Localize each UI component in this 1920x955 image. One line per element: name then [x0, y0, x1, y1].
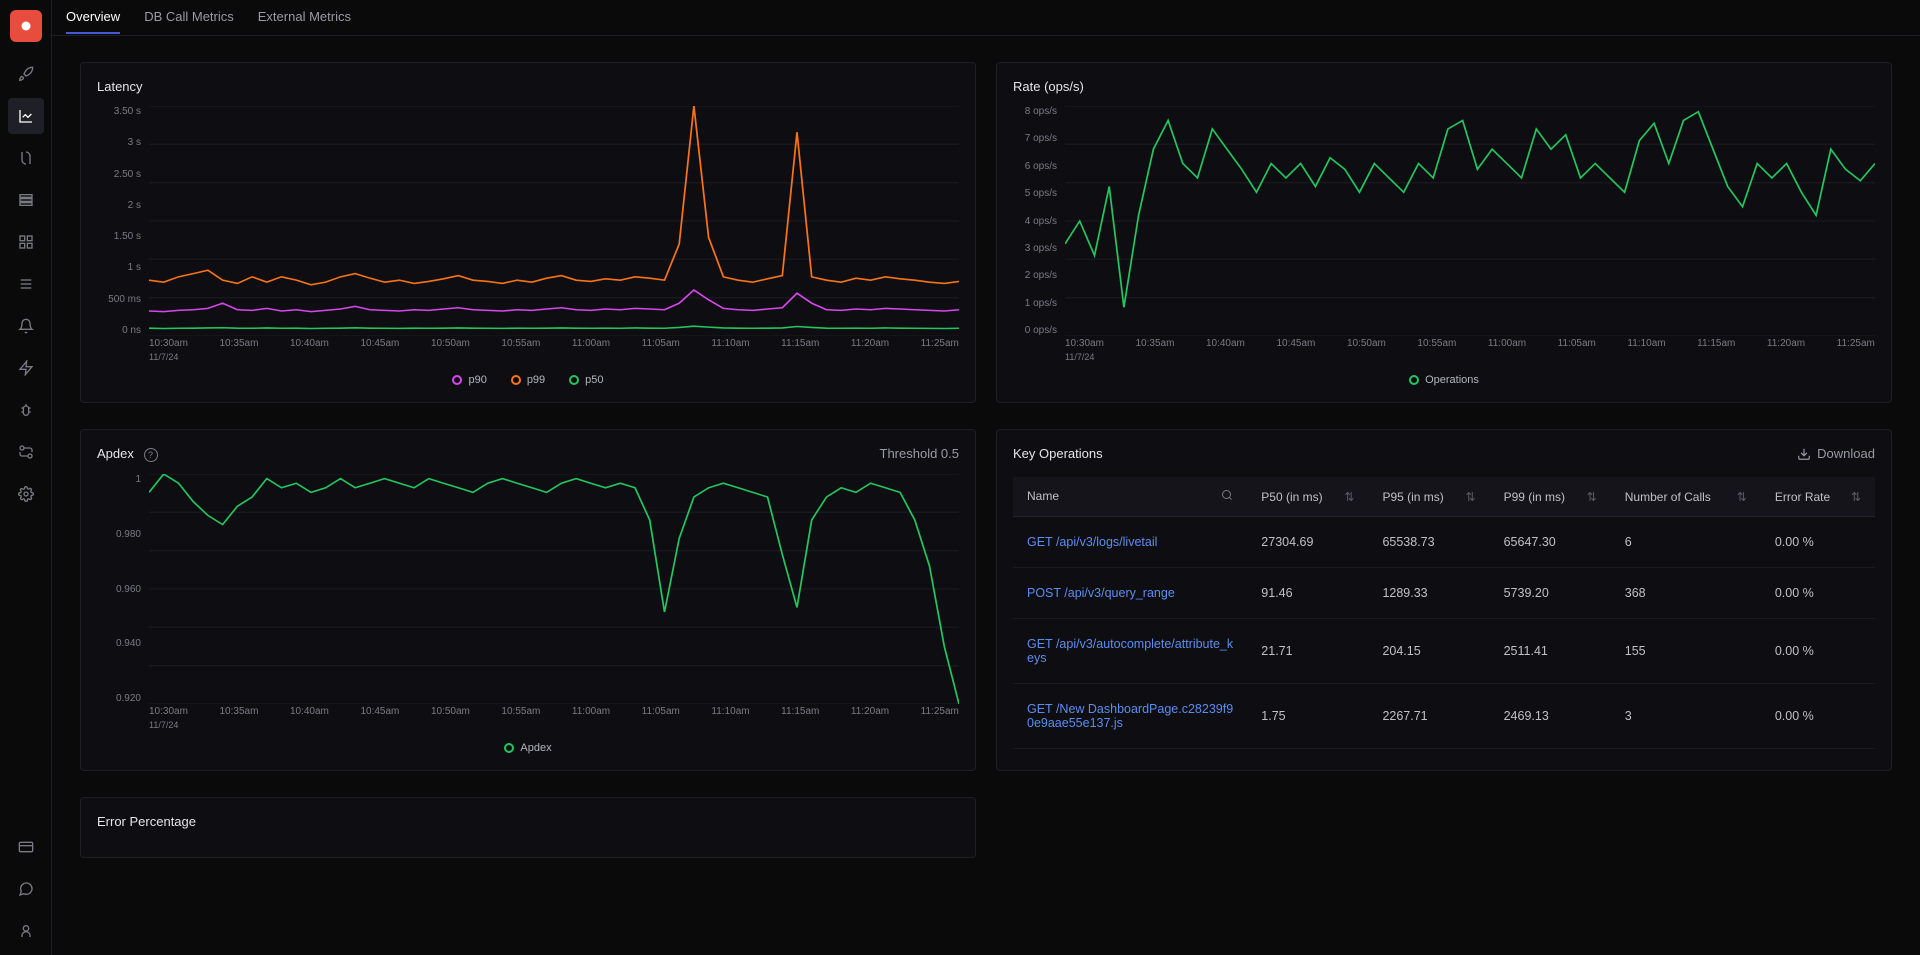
op-link[interactable]: GET /New DashboardPage.c28239f90e9aae55e…: [1027, 702, 1233, 730]
op-error: 0.00 %: [1761, 684, 1875, 749]
col-p50[interactable]: P50 (in ms)⇅: [1247, 477, 1368, 517]
table-row: GET /New DashboardPage.c28239f90e9aae55e…: [1013, 684, 1875, 749]
rate-chart[interactable]: 8 ops/s7 ops/s6 ops/s5 ops/s4 ops/s3 ops…: [1013, 106, 1875, 366]
table-row: GET /api/v3/autocomplete/attribute_keys …: [1013, 619, 1875, 684]
sidebar-item-bug[interactable]: [8, 392, 44, 428]
sort-icon: ⇅: [1737, 490, 1747, 504]
search-icon[interactable]: [1221, 489, 1233, 504]
op-p50: 27304.69: [1247, 517, 1368, 568]
rate-title: Rate (ops/s): [1013, 79, 1875, 94]
sidebar: [0, 0, 52, 955]
op-calls: 368: [1611, 568, 1761, 619]
latency-panel: Latency 3.50 s3 s2.50 s2 s1.50 s1 s500 m…: [80, 62, 976, 403]
col-name[interactable]: Name: [1013, 477, 1247, 517]
op-error: 0.00 %: [1761, 517, 1875, 568]
download-icon: [1797, 447, 1811, 461]
tabs: Overview DB Call Metrics External Metric…: [52, 0, 1920, 36]
op-link[interactable]: GET /api/v3/logs/livetail: [1027, 535, 1157, 549]
download-button[interactable]: Download: [1797, 446, 1875, 461]
latency-xaxis: 11/7/24 10:30am10:35am10:40am10:45am10:5…: [149, 338, 959, 366]
error-pct-title: Error Percentage: [97, 814, 959, 829]
sort-icon: ⇅: [1344, 490, 1354, 504]
op-error: 0.00 %: [1761, 568, 1875, 619]
sidebar-item-alerts[interactable]: [8, 308, 44, 344]
op-calls: 155: [1611, 619, 1761, 684]
sort-icon: ⇅: [1851, 490, 1861, 504]
latency-title: Latency: [97, 79, 959, 94]
error-percentage-panel: Error Percentage: [80, 797, 976, 858]
rate-yaxis: 8 ops/s7 ops/s6 ops/s5 ops/s4 ops/s3 ops…: [1013, 106, 1063, 336]
sidebar-item-exceptions[interactable]: [8, 350, 44, 386]
legend-item[interactable]: p99: [511, 374, 545, 386]
sidebar-item-messaging[interactable]: [8, 266, 44, 302]
op-p99: 2469.13: [1490, 684, 1611, 749]
sidebar-item-support[interactable]: [8, 871, 44, 907]
col-error[interactable]: Error Rate⇅: [1761, 477, 1875, 517]
table-row: GET /api/v3/logs/livetail 27304.69 65538…: [1013, 517, 1875, 568]
apdex-xaxis: 11/7/24 10:30am10:35am10:40am10:45am10:5…: [149, 706, 959, 734]
op-p95: 1289.33: [1368, 568, 1489, 619]
latency-chart[interactable]: 3.50 s3 s2.50 s2 s1.50 s1 s500 ms0 ns 11…: [97, 106, 959, 366]
apdex-threshold: Threshold 0.5: [880, 446, 960, 461]
op-name: POST /api/v3/query_range: [1013, 568, 1247, 619]
rate-legend: Operations: [1013, 374, 1875, 386]
tab-db-call[interactable]: DB Call Metrics: [144, 1, 234, 34]
latency-yaxis: 3.50 s3 s2.50 s2 s1.50 s1 s500 ms0 ns: [97, 106, 147, 336]
help-icon[interactable]: ?: [144, 448, 158, 462]
app-logo[interactable]: [10, 10, 42, 42]
sidebar-item-dashboards[interactable]: [8, 224, 44, 260]
op-link[interactable]: POST /api/v3/query_range: [1027, 586, 1175, 600]
key-operations-panel: Key Operations Download Name: [996, 429, 1892, 771]
op-p50: 1.75: [1247, 684, 1368, 749]
apdex-chart[interactable]: 10.9800.9600.9400.920 11/7/24 10:30am10:…: [97, 474, 959, 734]
op-link[interactable]: GET /api/v3/autocomplete/attribute_keys: [1027, 637, 1233, 665]
key-ops-title: Key Operations: [1013, 446, 1103, 461]
sidebar-item-rocket[interactable]: [8, 56, 44, 92]
op-p99: 2511.41: [1490, 619, 1611, 684]
tab-external[interactable]: External Metrics: [258, 1, 351, 34]
sidebar-item-metrics[interactable]: [8, 98, 44, 134]
op-p50: 21.71: [1247, 619, 1368, 684]
rate-xaxis: 11/7/24 10:30am10:35am10:40am10:45am10:5…: [1065, 338, 1875, 366]
op-name: GET /api/v3/logs/livetail: [1013, 517, 1247, 568]
op-error: 0.00 %: [1761, 619, 1875, 684]
col-p95[interactable]: P95 (in ms)⇅: [1368, 477, 1489, 517]
rate-panel: Rate (ops/s) 8 ops/s7 ops/s6 ops/s5 ops/…: [996, 62, 1892, 403]
op-p95: 204.15: [1368, 619, 1489, 684]
apdex-title-row: Apdex ? Threshold 0.5: [97, 446, 959, 462]
sort-icon: ⇅: [1466, 490, 1476, 504]
sidebar-item-settings[interactable]: [8, 476, 44, 512]
legend-item[interactable]: Operations: [1409, 374, 1479, 386]
sidebar-item-billing[interactable]: [8, 829, 44, 865]
sidebar-item-traces[interactable]: [8, 140, 44, 176]
sidebar-item-logs[interactable]: [8, 182, 44, 218]
op-calls: 3: [1611, 684, 1761, 749]
apdex-legend: Apdex: [97, 742, 959, 754]
sidebar-item-integrations[interactable]: [8, 434, 44, 470]
op-p99: 65647.30: [1490, 517, 1611, 568]
op-p95: 2267.71: [1368, 684, 1489, 749]
sort-icon: ⇅: [1587, 490, 1597, 504]
latency-legend: p90 p99 p50: [97, 374, 959, 386]
legend-item[interactable]: p90: [452, 374, 486, 386]
apdex-panel: Apdex ? Threshold 0.5 10.9800.9600.9400.…: [80, 429, 976, 771]
op-name: GET /api/v3/autocomplete/attribute_keys: [1013, 619, 1247, 684]
table-row: POST /api/v3/query_range 91.46 1289.33 5…: [1013, 568, 1875, 619]
op-p50: 91.46: [1247, 568, 1368, 619]
tab-overview[interactable]: Overview: [66, 1, 120, 34]
apdex-title: Apdex: [97, 446, 134, 461]
op-calls: 6: [1611, 517, 1761, 568]
col-p99[interactable]: P99 (in ms)⇅: [1490, 477, 1611, 517]
apdex-yaxis: 10.9800.9600.9400.920: [97, 474, 147, 704]
legend-item[interactable]: Apdex: [504, 742, 551, 754]
legend-item[interactable]: p50: [569, 374, 603, 386]
col-calls[interactable]: Number of Calls⇅: [1611, 477, 1761, 517]
op-name: GET /New DashboardPage.c28239f90e9aae55e…: [1013, 684, 1247, 749]
op-p95: 65538.73: [1368, 517, 1489, 568]
op-p99: 5739.20: [1490, 568, 1611, 619]
key-ops-table: Name P50 (in ms)⇅ P95 (in ms)⇅ P99 (in m…: [1013, 477, 1875, 749]
sidebar-item-user[interactable]: [8, 913, 44, 949]
